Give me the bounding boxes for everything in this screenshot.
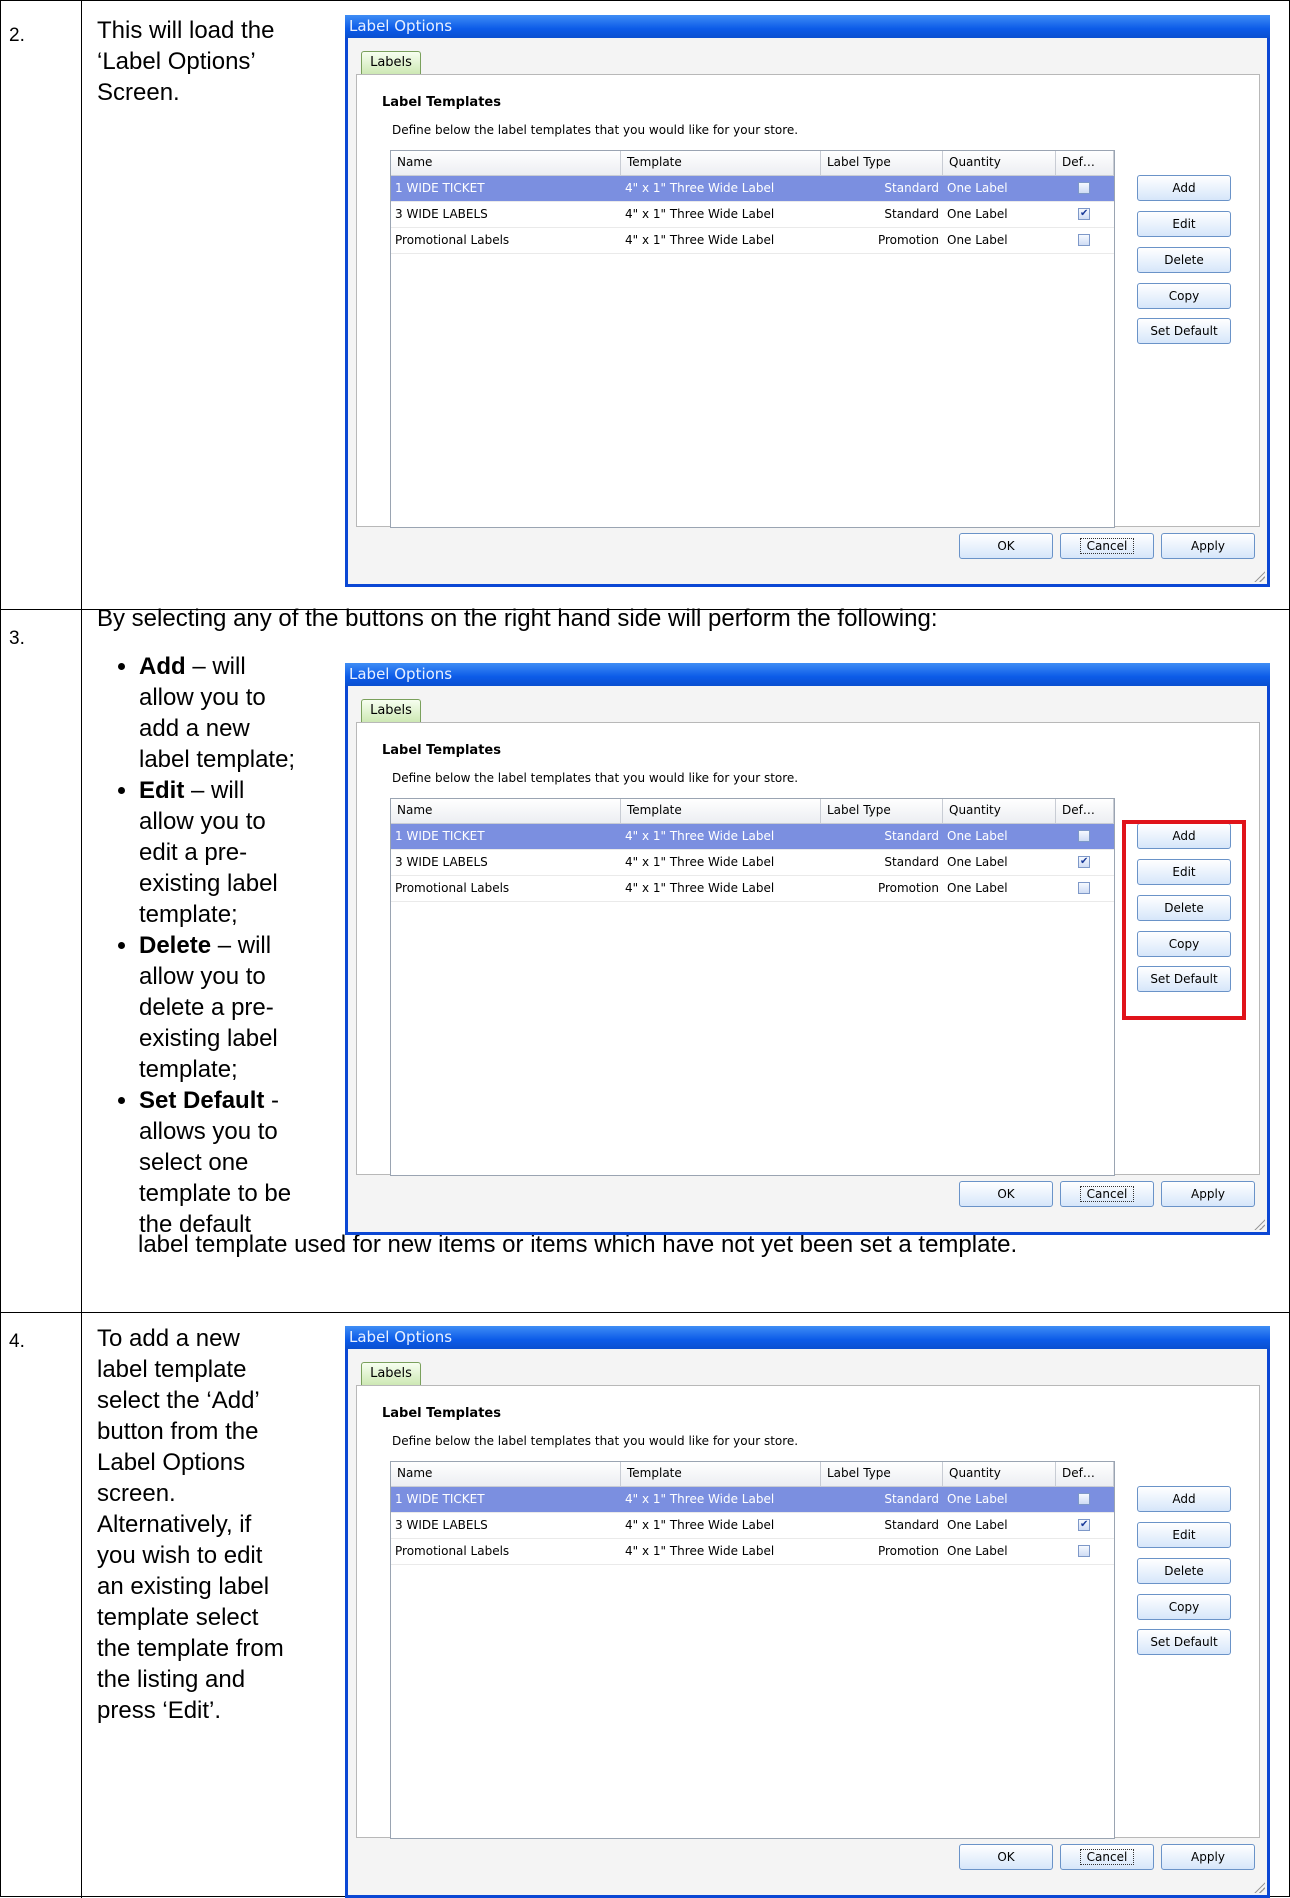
table-row[interactable]: Promotional Labels 4" x 1" Three Wide La… — [391, 1539, 1114, 1565]
section-description: Define below the label templates that yo… — [392, 1434, 799, 1448]
column-header-quantity[interactable]: Quantity — [943, 151, 1056, 175]
window-title: Label Options — [345, 15, 1270, 38]
column-divider — [81, 1, 82, 1898]
column-header-default[interactable]: Def… — [1056, 1462, 1114, 1486]
default-checkbox[interactable] — [1078, 1493, 1090, 1505]
ok-button[interactable]: OK — [959, 1844, 1053, 1870]
step-number: 4. — [9, 1331, 25, 1352]
tab-labels[interactable]: Labels — [361, 51, 421, 74]
default-checkbox[interactable] — [1078, 182, 1090, 194]
column-header-name[interactable]: Name — [391, 799, 621, 823]
step-2-text: This will load the ‘Label Options’ Scree… — [97, 17, 275, 106]
bullet-delete: Delete – willallow you todelete a pre-ex… — [139, 930, 339, 1085]
add-button[interactable]: Add — [1137, 175, 1231, 201]
default-checkbox[interactable] — [1078, 1545, 1090, 1557]
table-row[interactable]: 1 WIDE TICKET 4" x 1" Three Wide Label S… — [391, 1487, 1114, 1513]
table-row[interactable]: 1 WIDE TICKET 4" x 1" Three Wide Label S… — [391, 176, 1114, 202]
column-header-label-type[interactable]: Label Type — [821, 1462, 943, 1486]
column-header-template[interactable]: Template — [621, 799, 821, 823]
ok-button[interactable]: OK — [959, 1181, 1053, 1207]
copy-button[interactable]: Copy — [1137, 1594, 1231, 1620]
section-description: Define below the label templates that yo… — [392, 771, 799, 785]
tab-labels[interactable]: Labels — [361, 699, 421, 722]
section-description: Define below the label templates that yo… — [392, 123, 799, 137]
resize-grip-icon[interactable] — [1253, 1218, 1265, 1230]
section-title: Label Templates — [382, 1406, 501, 1421]
table-row[interactable]: 3 WIDE LABELS 4" x 1" Three Wide Label S… — [391, 850, 1114, 876]
label-options-window: Label Options Labels Label Templates Def… — [345, 1326, 1270, 1898]
section-title: Label Templates — [382, 95, 501, 110]
column-header-default[interactable]: Def… — [1056, 799, 1114, 823]
column-header-quantity[interactable]: Quantity — [943, 1462, 1056, 1486]
resize-grip-icon[interactable] — [1253, 1881, 1265, 1893]
edit-button[interactable]: Edit — [1137, 1522, 1231, 1548]
column-header-label-type[interactable]: Label Type — [821, 799, 943, 823]
column-header-quantity[interactable]: Quantity — [943, 799, 1056, 823]
step-3-bullets: Add – willallow you toadd a newlabel tem… — [99, 651, 339, 1240]
apply-button[interactable]: Apply — [1161, 1844, 1255, 1870]
grid-header: Name Template Label Type Quantity Def… — [391, 151, 1114, 176]
default-checkbox[interactable] — [1078, 234, 1090, 246]
window-title: Label Options — [345, 663, 1270, 686]
step-4-text: To add a new label template select the ‘… — [97, 1325, 284, 1724]
grid-header: Name Template Label Type Quantity Def… — [391, 1462, 1114, 1487]
bullet-add: Add – willallow you toadd a newlabel tem… — [139, 651, 339, 775]
cancel-button[interactable]: Cancel — [1060, 1844, 1154, 1870]
templates-grid[interactable]: Name Template Label Type Quantity Def… 1… — [390, 1461, 1115, 1839]
copy-button[interactable]: Copy — [1137, 283, 1231, 309]
label-options-window: Label Options Labels Label Templates Def… — [345, 15, 1270, 587]
column-header-name[interactable]: Name — [391, 1462, 621, 1486]
window-title: Label Options — [345, 1326, 1270, 1349]
table-row[interactable]: 1 WIDE TICKET 4" x 1" Three Wide Label S… — [391, 824, 1114, 850]
default-checkbox[interactable] — [1078, 830, 1090, 842]
default-checkbox[interactable] — [1078, 850, 1090, 874]
cancel-button[interactable]: Cancel — [1060, 533, 1154, 559]
delete-button[interactable]: Delete — [1137, 1558, 1231, 1584]
label-options-window: Label Options Labels Label Templates Def… — [345, 663, 1270, 1235]
table-row[interactable]: 3 WIDE LABELS 4" x 1" Three Wide Label S… — [391, 1513, 1114, 1539]
edit-button[interactable]: Edit — [1137, 211, 1231, 237]
bullet-edit: Edit – willallow you toedit a pre-existi… — [139, 775, 339, 930]
section-title: Label Templates — [382, 743, 501, 758]
grid-header: Name Template Label Type Quantity Def… — [391, 799, 1114, 824]
step-number: 3. — [9, 628, 25, 649]
labels-panel: Label Templates Define below the label t… — [356, 74, 1260, 528]
column-header-template[interactable]: Template — [621, 151, 821, 175]
default-checkbox[interactable] — [1078, 202, 1090, 226]
table-row[interactable]: 3 WIDE LABELS 4" x 1" Three Wide Label S… — [391, 202, 1114, 228]
set-default-button[interactable]: Set Default — [1137, 318, 1231, 344]
set-default-button[interactable]: Set Default — [1137, 1629, 1231, 1655]
highlight-box — [1122, 820, 1246, 1020]
table-row[interactable]: Promotional Labels 4" x 1" Three Wide La… — [391, 228, 1114, 254]
delete-button[interactable]: Delete — [1137, 247, 1231, 273]
column-header-label-type[interactable]: Label Type — [821, 151, 943, 175]
bullet-set-default: Set Default - allows you toselect onetem… — [139, 1085, 339, 1240]
table-row[interactable]: Promotional Labels 4" x 1" Three Wide La… — [391, 876, 1114, 902]
resize-grip-icon[interactable] — [1253, 570, 1265, 582]
labels-panel: Label Templates Define below the label t… — [356, 1385, 1260, 1839]
column-header-template[interactable]: Template — [621, 1462, 821, 1486]
templates-grid[interactable]: Name Template Label Type Quantity Def… 1… — [390, 150, 1115, 528]
column-header-default[interactable]: Def… — [1056, 151, 1114, 175]
column-header-name[interactable]: Name — [391, 151, 621, 175]
step-number: 2. — [9, 25, 25, 46]
templates-grid[interactable]: Name Template Label Type Quantity Def… 1… — [390, 798, 1115, 1176]
tab-labels[interactable]: Labels — [361, 1362, 421, 1385]
step-3-intro: By selecting any of the buttons on the r… — [97, 605, 938, 632]
apply-button[interactable]: Apply — [1161, 533, 1255, 559]
ok-button[interactable]: OK — [959, 533, 1053, 559]
apply-button[interactable]: Apply — [1161, 1181, 1255, 1207]
cancel-button[interactable]: Cancel — [1060, 1181, 1154, 1207]
default-checkbox[interactable] — [1078, 1513, 1090, 1537]
row-divider — [1, 1312, 1290, 1313]
add-button[interactable]: Add — [1137, 1486, 1231, 1512]
default-checkbox[interactable] — [1078, 882, 1090, 894]
